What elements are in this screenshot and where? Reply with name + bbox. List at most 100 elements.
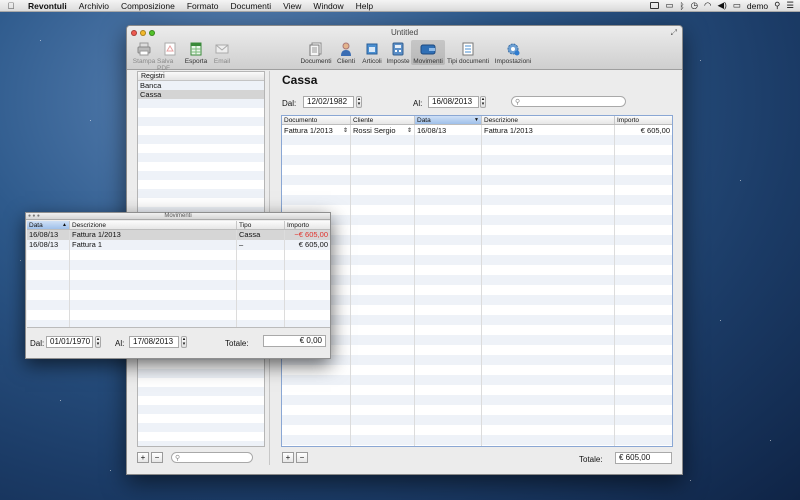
cell-descrizione[interactable]: Fattura 1/2013 xyxy=(482,126,615,136)
table-row[interactable]: Fattura 1/2013 ⇕ Rossi Sergio ⇕ 16/08/13… xyxy=(282,126,672,136)
toolbar-movimenti-label: Movimenti xyxy=(413,58,443,65)
spotlight-icon[interactable]: ⚲ xyxy=(774,0,780,11)
toolbar-stampa[interactable]: Stampa xyxy=(131,40,157,72)
mov-totale-value: € 0,00 xyxy=(263,335,326,347)
toolbar-documenti[interactable]: Documenti xyxy=(299,40,333,65)
toolbar-articoli-label: Articoli xyxy=(362,58,382,65)
menu-composizione[interactable]: Composizione xyxy=(115,1,181,11)
window-titlebar: Untitled ⤢ Stampa Salva PDF Esporta Emai… xyxy=(127,26,682,72)
toolbar-articoli[interactable]: Articoli xyxy=(359,40,385,65)
mov-cell-tipo: – xyxy=(237,240,285,250)
al-date-field[interactable]: 16/08/2013 xyxy=(428,96,479,108)
page-title: Cassa xyxy=(282,73,318,87)
wallet-icon xyxy=(420,40,436,58)
toolbar-clienti-label: Clienti xyxy=(336,58,356,65)
movimenti-row[interactable]: 16/08/13 Fattura 1/2013 Cassa −€ 605,00 xyxy=(27,230,330,240)
documents-icon xyxy=(308,40,324,58)
notifications-icon[interactable]: ☰ xyxy=(786,0,794,11)
toolbar-movimenti[interactable]: Movimenti xyxy=(411,40,445,65)
mov-dal-date-stepper[interactable]: ▴ ▾ xyxy=(95,336,101,348)
toolbar-tipi-documenti[interactable]: Tipi documenti xyxy=(445,40,491,65)
dal-date-field[interactable]: 12/02/1982 xyxy=(303,96,354,108)
movimenti-row[interactable]: 16/08/13 Fattura 1 – € 605,00 xyxy=(27,240,330,250)
col-header-data[interactable]: Data ▼ xyxy=(415,116,482,124)
menu-archivio[interactable]: Archivio xyxy=(73,1,115,11)
screen-mirror-icon[interactable] xyxy=(650,2,660,9)
col-header-cliente[interactable]: Cliente xyxy=(351,116,415,124)
remove-registro-button[interactable]: − xyxy=(151,452,163,463)
mov-al-date-field[interactable]: 17/08/2013 xyxy=(129,336,179,348)
mov-cell-data: 16/08/13 xyxy=(27,240,70,250)
menu-documenti[interactable]: Documenti xyxy=(225,1,278,11)
totale-label: Totale: xyxy=(579,455,603,464)
mov-col-header-data-label: Data xyxy=(29,222,43,229)
cell-documento[interactable]: Fattura 1/2013 ⇕ xyxy=(282,126,351,136)
toolbar-email[interactable]: Email xyxy=(209,40,235,72)
toolbar-imposte[interactable]: Imposte xyxy=(385,40,411,65)
mov-col-header-tipo[interactable]: Tipo xyxy=(237,221,285,229)
mov-cell-descrizione: Fattura 1/2013 xyxy=(70,230,237,240)
mov-dal-label: Dal: xyxy=(30,339,45,348)
cell-data[interactable]: 16/08/13 xyxy=(415,126,482,136)
table-header: Documento Cliente Data ▼ Descrizione Imp… xyxy=(282,116,672,125)
wifi-icon[interactable]: ◠ xyxy=(704,0,711,11)
movimenti-title: Movimenti xyxy=(164,213,192,219)
al-date-stepper[interactable]: ▴ ▾ xyxy=(480,96,486,108)
mov-col-header-data[interactable]: Data ▲ xyxy=(27,221,70,229)
mov-al-date-stepper[interactable]: ▴ ▾ xyxy=(181,336,187,348)
toolbar-esporta[interactable]: Esporta xyxy=(183,40,209,72)
fullscreen-icon[interactable]: ⤢ xyxy=(671,28,677,38)
menu-window[interactable]: Window xyxy=(307,1,349,11)
menu-bar:  Revontuli Archivio Composizione Format… xyxy=(0,0,800,12)
col-header-data-label: Data xyxy=(417,117,431,124)
toolbar-impostazioni[interactable]: Impostazioni xyxy=(491,40,535,65)
bluetooth-icon[interactable]: ᛒ xyxy=(680,1,685,11)
panel-controls-icon[interactable]: ● ● ● xyxy=(28,213,40,220)
col-header-descrizione[interactable]: Descrizione xyxy=(482,116,615,124)
menu-view[interactable]: View xyxy=(277,1,307,11)
menu-formato[interactable]: Formato xyxy=(181,1,225,11)
al-label: Al: xyxy=(413,99,423,108)
sidebar-item-cassa[interactable]: Cassa xyxy=(138,90,264,99)
cell-cliente[interactable]: Rossi Sergio ⇕ xyxy=(351,126,415,136)
apple-menu-icon[interactable]:  xyxy=(0,1,22,11)
movimenti-panel: ● ● ● Movimenti Data ▲ Descrizione Tipo … xyxy=(25,212,331,359)
add-movimento-button[interactable]: + xyxy=(282,452,294,463)
search-icon: ⚲ xyxy=(175,454,181,462)
toolbar-salva-pdf[interactable]: Salva PDF xyxy=(157,40,183,72)
mov-col-header-importo[interactable]: Importo xyxy=(285,221,330,229)
user-name[interactable]: demo xyxy=(747,1,768,11)
toolbar-clienti[interactable]: Clienti xyxy=(333,40,359,65)
mov-cell-importo: −€ 605,00 xyxy=(294,230,328,239)
doc-types-icon xyxy=(460,40,476,58)
remove-movimento-button[interactable]: − xyxy=(296,452,308,463)
toolbar-impostazioni-label: Impostazioni xyxy=(494,58,532,65)
movimenti-search-input[interactable]: ⚲ xyxy=(511,96,626,107)
registri-search-input[interactable]: ⚲ xyxy=(171,452,253,463)
movimenti-titlebar[interactable]: ● ● ● Movimenti xyxy=(26,213,330,220)
toolbar-stampa-label: Stampa xyxy=(132,58,156,65)
time-machine-icon[interactable]: ◷ xyxy=(691,0,698,11)
dal-label: Dal: xyxy=(282,99,297,108)
menu-help[interactable]: Help xyxy=(350,1,379,11)
airplay-icon[interactable]: ▭ xyxy=(665,0,673,11)
col-header-documento[interactable]: Documento xyxy=(282,116,351,124)
volume-icon[interactable]: ◀) xyxy=(717,0,726,11)
movimenti-table: Data ▲ Descrizione Tipo Importo 16/08/13… xyxy=(27,221,330,328)
sidebar-item-banca[interactable]: Banca xyxy=(138,81,264,90)
add-registro-button[interactable]: + xyxy=(137,452,149,463)
sort-arrow-icon: ▼ xyxy=(474,117,479,123)
mov-dal-date-field[interactable]: 01/01/1970 xyxy=(46,336,93,348)
cell-importo[interactable]: € 605,00 xyxy=(615,126,672,136)
dal-date-stepper[interactable]: ▴ ▾ xyxy=(356,96,362,108)
mov-col-header-descrizione[interactable]: Descrizione xyxy=(70,221,237,229)
movimenti-table-header: Data ▲ Descrizione Tipo Importo xyxy=(27,221,330,230)
registri-header[interactable]: Registri xyxy=(138,72,264,81)
menu-app-name[interactable]: Revontuli xyxy=(22,1,73,11)
box-icon xyxy=(364,40,380,58)
cell-cliente-value: Rossi Sergio xyxy=(353,126,396,135)
popup-arrows-icon: ⇕ xyxy=(406,128,412,134)
col-header-importo[interactable]: Importo xyxy=(615,116,672,124)
mov-al-label: Al: xyxy=(115,339,125,348)
battery-icon[interactable]: ▭ xyxy=(733,0,741,11)
